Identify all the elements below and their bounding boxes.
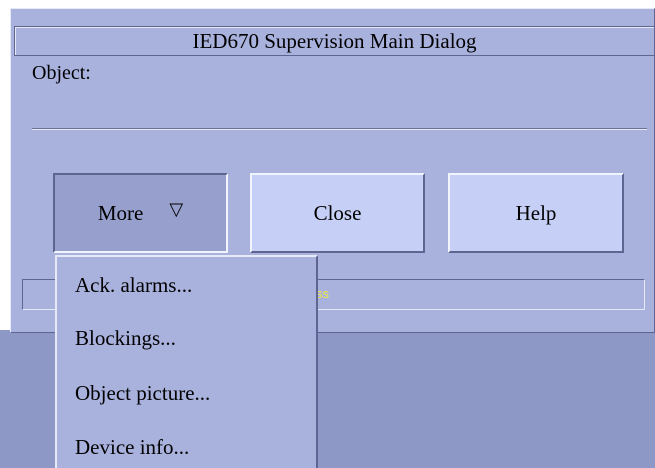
help-button[interactable]: Help [448,173,624,253]
menu-item-device-info[interactable]: Device info... [75,435,189,460]
dialog-title: IED670 Supervision Main Dialog [14,26,655,56]
menu-item-blockings[interactable]: Blockings... [75,326,176,351]
help-button-label: Help [515,200,557,225]
more-dropdown-menu: Ack. alarms... Blockings... Object pictu… [55,255,318,468]
close-button-label: Close [313,200,362,225]
more-button[interactable]: More ▽ [53,173,228,253]
separator [32,128,647,130]
menu-item-ack-alarms[interactable]: Ack. alarms... [75,273,192,298]
object-label: Object: [32,62,91,84]
more-button-label: More [97,200,144,225]
close-button[interactable]: Close [250,173,425,253]
menu-item-object-picture[interactable]: Object picture... [75,381,210,406]
dropdown-triangle-icon: ▽ [169,198,184,219]
